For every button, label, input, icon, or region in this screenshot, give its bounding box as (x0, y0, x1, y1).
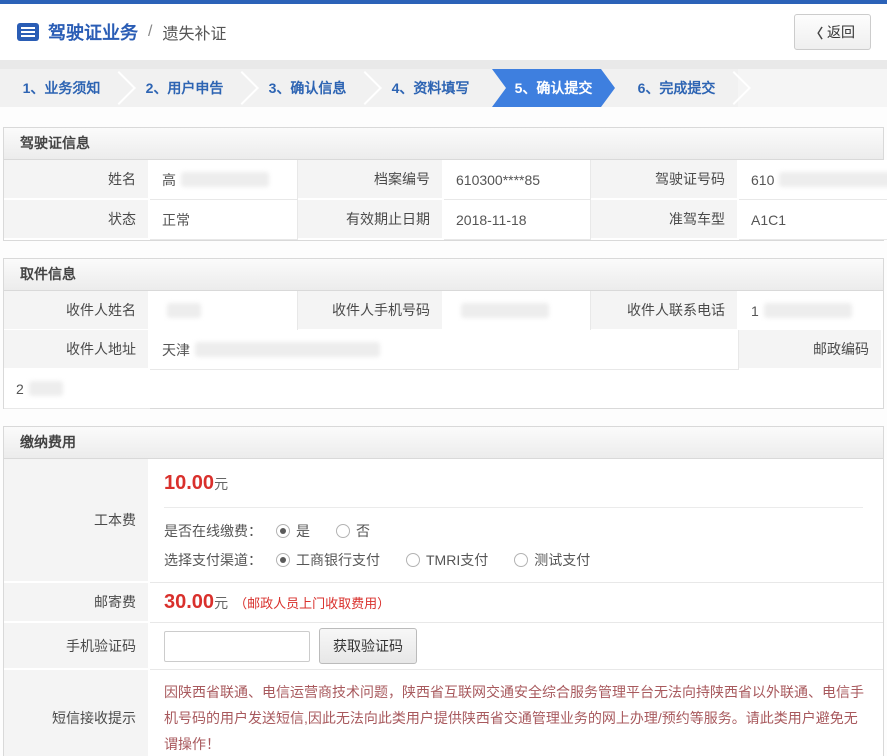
header-divider (0, 60, 887, 69)
recipient-name-label: 收件人姓名 (4, 291, 150, 331)
channel-test-label: 测试支付 (534, 550, 590, 570)
back-button-label: 返回 (827, 22, 855, 42)
online-pay-question: 是否在线缴费： (164, 521, 262, 541)
section-fees: 缴纳费用 工本费 10.00元 是否在线缴费： 是 否 (3, 426, 884, 756)
redaction-blur (29, 381, 63, 396)
radio-channel-test[interactable] (514, 553, 528, 567)
file-no-label: 档案编号 (298, 160, 444, 200)
get-code-button[interactable]: 获取验证码 (319, 628, 417, 664)
step-wizard: 1、业务须知 2、用户申告 3、确认信息 4、资料填写 5、确认提交 6、完成提… (0, 69, 887, 107)
section-pickup-info: 取件信息 收件人姓名 收件人手机号码 收件人联系电话 1 收件人地址 天津 邮政… (3, 258, 884, 409)
recipient-name-value (150, 291, 298, 331)
back-chevron-icon: 〈 (810, 23, 823, 42)
mail-fee-label: 邮寄费 (4, 583, 150, 623)
radio-online-pay-no[interactable] (336, 524, 350, 538)
inner-divider (164, 507, 863, 508)
mail-fee-amount: 30.00 (164, 591, 214, 614)
redaction-blur (167, 303, 201, 318)
name-value: 高 (150, 160, 298, 200)
back-button[interactable]: 〈 返回 (794, 14, 871, 50)
recipient-mobile-value (444, 291, 591, 331)
breadcrumb-current: 遗失补证 (162, 20, 226, 44)
recipient-mobile-label: 收件人手机号码 (298, 291, 444, 331)
step-5-confirm-submit[interactable]: 5、确认提交 (492, 69, 615, 107)
expiry-label: 有效期止日期 (298, 200, 444, 240)
radio-online-pay-yes[interactable] (276, 524, 290, 538)
status-value: 正常 (150, 200, 298, 240)
section-title: 取件信息 (4, 259, 883, 291)
online-pay-yes-label: 是 (296, 521, 310, 541)
postcode-label: 邮政编码 (739, 330, 883, 370)
breadcrumb-separator: / (148, 23, 152, 41)
redaction-blur (461, 303, 549, 318)
step-bar-filler (738, 69, 887, 107)
status-label: 状态 (4, 200, 150, 240)
address-value: 天津 (150, 330, 739, 370)
name-label: 姓名 (4, 160, 150, 200)
vehicle-class-value: A1C1 (739, 200, 887, 240)
step-4-fill-materials[interactable]: 4、资料填写 (369, 69, 492, 107)
app-header: 驾驶证业务 / 遗失补证 〈 返回 (0, 4, 887, 60)
file-no-value: 610300****85 (444, 160, 591, 200)
recipient-phone-label: 收件人联系电话 (591, 291, 739, 331)
sms-code-input[interactable] (164, 631, 310, 662)
section-license-info: 驾驶证信息 姓名 高 档案编号 610300****85 驾驶证号码 610 状… (3, 127, 884, 241)
radio-channel-tmri[interactable] (406, 553, 420, 567)
expiry-value: 2018-11-18 (444, 200, 591, 240)
address-label: 收件人地址 (4, 330, 150, 370)
redaction-blur (181, 172, 269, 187)
online-pay-no-label: 否 (356, 521, 370, 541)
redaction-blur (764, 303, 852, 318)
list-icon (16, 22, 40, 42)
production-fee-amount: 10.00 (164, 472, 214, 494)
pay-channel-question: 选择支付渠道： (164, 550, 262, 570)
radio-channel-icbc[interactable] (276, 553, 290, 567)
license-no-label: 驾驶证号码 (591, 160, 739, 200)
recipient-phone-value: 1 (739, 291, 883, 331)
channel-icbc-label: 工商银行支付 (296, 550, 380, 570)
production-fee-label: 工本费 (4, 459, 150, 583)
currency-unit: 元 (214, 593, 228, 613)
mail-fee-note: （邮政人员上门收取费用） (234, 593, 390, 612)
page-title: 驾驶证业务 (48, 19, 138, 45)
sms-notice-label: 短信接收提示 (4, 670, 150, 756)
section-title: 缴纳费用 (4, 427, 883, 459)
license-no-value: 610 (739, 160, 887, 200)
postcode-value: 2 (4, 369, 150, 409)
currency-unit: 元 (214, 476, 228, 492)
sms-code-label: 手机验证码 (4, 623, 150, 670)
production-fee-content: 10.00元 是否在线缴费： 是 否 选择支付渠道： 工商银行支付 (150, 459, 883, 583)
section-title: 驾驶证信息 (4, 128, 883, 160)
mail-fee-content: 30.00元 （邮政人员上门收取费用） (150, 583, 883, 623)
channel-tmri-label: TMRI支付 (426, 550, 488, 570)
redaction-blur (195, 342, 380, 357)
sms-notice-text: 因陕西省联通、电信运营商技术问题，陕西省互联网交通安全综合服务管理平台无法向持陕… (150, 670, 883, 756)
redaction-blur (779, 172, 887, 187)
vehicle-class-label: 准驾车型 (591, 200, 739, 240)
sms-code-content: 获取验证码 (150, 623, 883, 670)
